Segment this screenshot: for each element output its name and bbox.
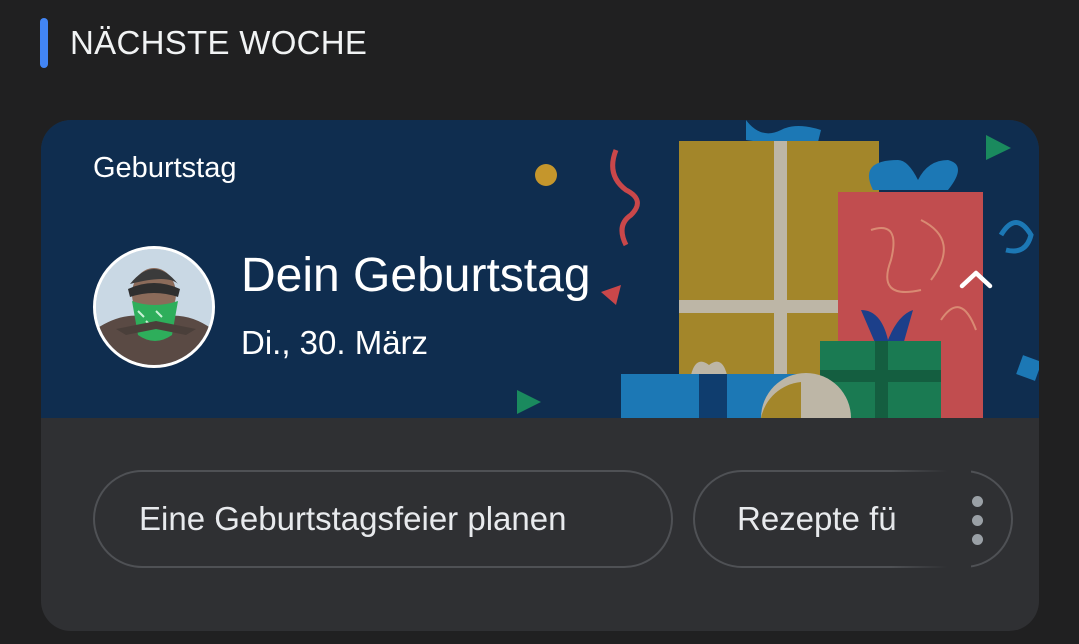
collapse-button[interactable] xyxy=(951,254,1001,304)
section-header: NÄCHSTE WOCHE xyxy=(40,18,367,68)
card-category: Geburtstag xyxy=(93,152,237,184)
event-date: Di., 30. März xyxy=(241,324,429,361)
birthday-card[interactable]: Geburtstag Dein Geburtstag Di., 30. März… xyxy=(41,120,1039,631)
action-chip-plan-party[interactable]: Eine Geburtstagsfeier planen xyxy=(93,470,673,568)
event-title: Dein Geburtstag xyxy=(241,249,591,302)
more-options-button[interactable] xyxy=(953,492,1001,548)
section-accent-bar xyxy=(40,18,48,68)
section-title: NÄCHSTE WOCHE xyxy=(70,24,368,61)
bandana-person-avatar-icon xyxy=(96,249,212,365)
chevron-up-icon xyxy=(959,270,993,289)
action-chip-label: Rezepte fü xyxy=(737,500,897,537)
card-banner: Geburtstag Dein Geburtstag Di., 30. März xyxy=(41,120,1039,418)
more-vertical-icon xyxy=(971,495,983,507)
avatar xyxy=(93,246,215,368)
action-chip-label: Eine Geburtstagsfeier planen xyxy=(139,500,567,537)
